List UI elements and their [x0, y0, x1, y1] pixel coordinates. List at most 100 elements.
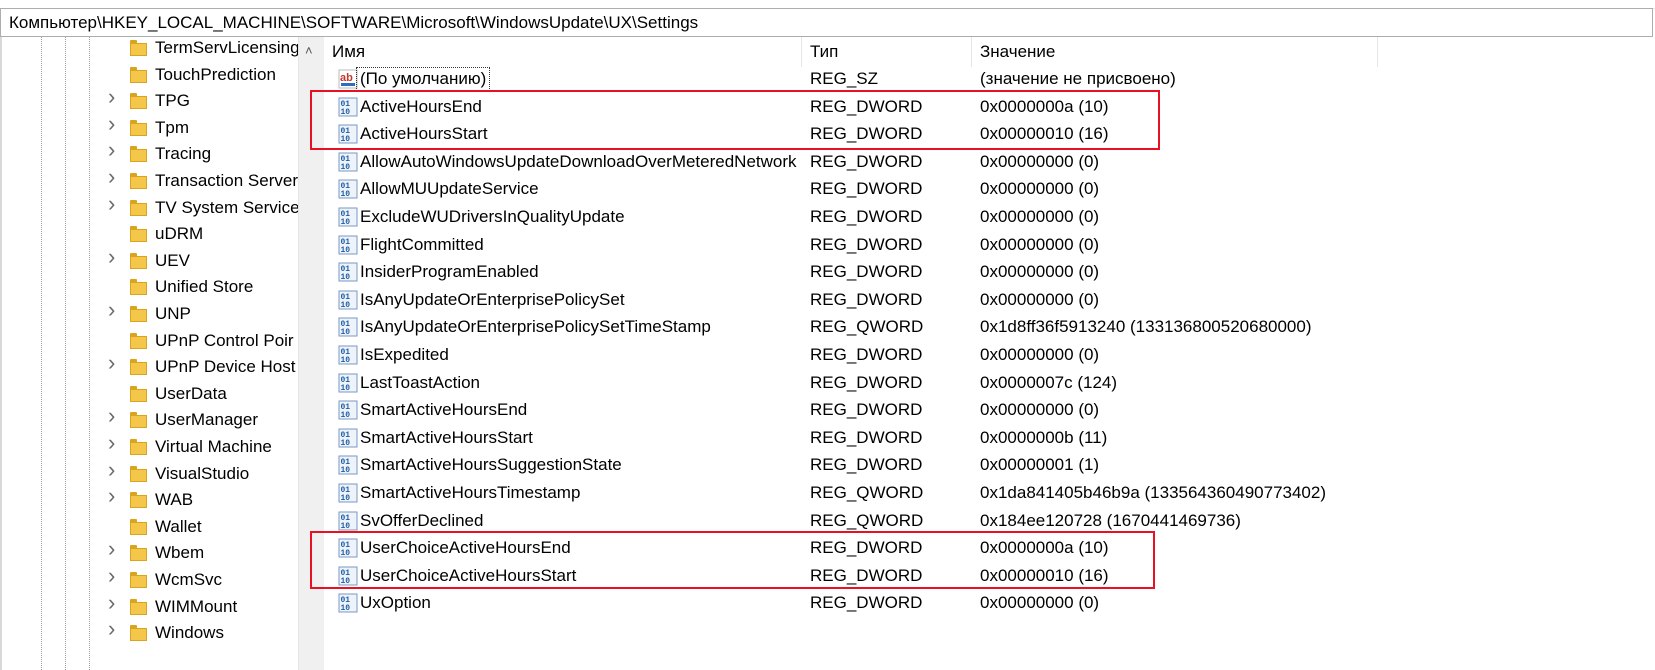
value-row[interactable]: 01 10 IsExpedited REG_DWORD 0x00000000 (0) — [324, 342, 1655, 370]
value-row[interactable]: 01 10 FlightCommitted REG_DWORD 0x00000000 (… — [324, 232, 1655, 260]
tree-item[interactable]: › WIMMount — [2, 591, 298, 622]
chevron-right-icon[interactable]: › — [108, 139, 122, 161]
chevron-right-icon[interactable]: › — [108, 352, 122, 374]
value-row[interactable]: 01 10 SvOfferDeclined REG_QWORD 0x184ee12072… — [324, 508, 1655, 536]
svg-text:10: 10 — [341, 108, 351, 117]
value-name: SmartActiveHoursEnd — [360, 400, 528, 420]
chevron-right-icon[interactable]: › — [108, 565, 122, 587]
column-header-value[interactable]: Значение — [972, 37, 1378, 67]
tree-item[interactable]: › WAB — [2, 485, 298, 515]
tree-item[interactable]: UPnP Control Poir — [2, 328, 298, 356]
tree-item[interactable]: Wallet — [2, 514, 298, 542]
value-row[interactable]: 01 10 IsAnyUpdateOrEnterprisePolicySetTime… — [324, 314, 1655, 342]
tree-item[interactable]: › WcmSvc — [2, 565, 298, 595]
tree-scrollbar[interactable]: ˄ — [298, 37, 324, 670]
values-list[interactable]: Имя Тип Значение ab (По умолчанию) REG_SZ (… — [324, 37, 1655, 670]
tree-item-label: UserData — [155, 383, 227, 403]
svg-text:10: 10 — [341, 384, 351, 393]
value-name: UserChoiceActiveHoursEnd — [360, 538, 571, 558]
tree-item[interactable]: › TPG — [2, 86, 298, 116]
value-row[interactable]: 01 10 ActiveHoursStart REG_DWORD 0x00000010 … — [324, 121, 1655, 149]
svg-text:10: 10 — [341, 246, 351, 255]
value-row[interactable]: 01 10 AllowMUUpdateService REG_DWORD 0x00000… — [324, 176, 1655, 204]
value-row[interactable]: 01 10 UxOption REG_DWORD 0x00000000 (0) — [324, 590, 1655, 618]
value-row[interactable]: 01 10 UserChoiceActiveHoursStart REG_DWORD 0… — [324, 563, 1655, 591]
tree-item-label: UserManager — [155, 410, 258, 430]
column-header-name[interactable]: Имя — [324, 37, 802, 67]
value-data: 0x00000000 (0) — [980, 179, 1100, 199]
column-header-type[interactable]: Тип — [802, 37, 972, 67]
value-row[interactable]: 01 10 AllowAutoWindowsUpdateDownloadOverMe… — [324, 149, 1655, 177]
tree-item[interactable]: › TV System Service — [2, 192, 300, 223]
value-row[interactable]: 01 10 LastToastAction REG_DWORD 0x0000007c (… — [324, 370, 1655, 398]
registry-tree[interactable]: TermServLicensing TouchPrediction › TPG › Tpm… — [0, 37, 324, 670]
tree-item[interactable]: TouchPrediction — [2, 62, 298, 90]
tree-item[interactable]: uDRM — [2, 221, 298, 249]
chevron-right-icon[interactable]: › — [108, 86, 122, 108]
tree-item[interactable]: › Tpm — [2, 112, 298, 143]
scroll-up-icon[interactable]: ˄ — [305, 43, 313, 58]
folder-icon — [130, 492, 147, 509]
chevron-right-icon[interactable]: › — [108, 112, 122, 134]
value-row[interactable]: 01 10 SmartActiveHoursTimestamp REG_QWORD 0x… — [324, 480, 1655, 508]
value-name: SmartActiveHoursSuggestionState — [360, 455, 622, 475]
chevron-right-icon[interactable]: › — [108, 299, 122, 321]
svg-text:ab: ab — [340, 72, 353, 84]
tree-item[interactable]: › Tracing — [2, 139, 298, 169]
chevron-right-icon[interactable]: › — [108, 405, 122, 427]
binary-value-icon: 01 10 — [338, 262, 358, 282]
tree-item[interactable]: › UEV — [2, 245, 298, 276]
value-type: REG_DWORD — [810, 565, 923, 585]
chevron-right-icon[interactable]: › — [108, 591, 122, 613]
value-row[interactable]: 01 10 IsAnyUpdateOrEnterprisePolicySet REG_… — [324, 287, 1655, 315]
folder-icon — [130, 518, 147, 535]
tree-item[interactable]: › UPnP Device Host — [2, 352, 298, 382]
chevron-right-icon[interactable]: › — [108, 618, 122, 640]
string-value-icon: ab — [338, 69, 358, 89]
binary-value-icon: 01 10 — [338, 345, 358, 365]
chevron-right-icon[interactable]: › — [108, 192, 122, 214]
value-row[interactable]: 01 10 ExcludeWUDriversInQualityUpdate REG_D… — [324, 204, 1655, 232]
value-name: LastToastAction — [360, 372, 481, 392]
tree-item[interactable]: TermServLicensing — [2, 37, 300, 63]
tree-item[interactable]: › UNP — [2, 299, 298, 329]
svg-text:10: 10 — [341, 604, 351, 613]
tree-item[interactable]: › UserManager — [2, 405, 298, 435]
tree-item-label: WAB — [155, 490, 194, 510]
value-row[interactable]: 01 10 SmartActiveHoursSuggestionState REG_D… — [324, 452, 1655, 480]
value-name: IsAnyUpdateOrEnterprisePolicySetTimeStam… — [360, 317, 711, 337]
chevron-right-icon[interactable]: › — [108, 245, 122, 267]
svg-text:10: 10 — [341, 356, 351, 365]
chevron-right-icon[interactable]: › — [108, 166, 122, 188]
svg-text:10: 10 — [341, 577, 351, 586]
binary-value-icon: 01 10 — [338, 483, 358, 503]
scrollbar-thumb[interactable] — [305, 67, 319, 670]
chevron-right-icon[interactable]: › — [108, 432, 122, 454]
value-row[interactable]: 01 10 SmartActiveHoursEnd REG_DWORD 0x000000… — [324, 397, 1655, 425]
value-type: REG_DWORD — [810, 96, 923, 116]
tree-item[interactable]: Unified Store — [2, 274, 298, 302]
value-row[interactable]: ab (По умолчанию) REG_SZ (значение не присв… — [324, 66, 1655, 94]
value-name: InsiderProgramEnabled — [360, 262, 539, 282]
value-row[interactable]: 01 10 InsiderProgramEnabled REG_DWORD 0x0000… — [324, 259, 1655, 287]
value-data: 0x00000000 (0) — [980, 400, 1100, 420]
chevron-right-icon[interactable]: › — [108, 485, 122, 507]
svg-text:10: 10 — [341, 549, 351, 558]
tree-item[interactable]: UserData — [2, 381, 298, 409]
tree-item[interactable]: › Virtual Machine — [2, 432, 298, 462]
tree-item[interactable]: › Wbem — [2, 538, 298, 568]
tree-item[interactable]: › Windows — [2, 618, 298, 648]
tree-item[interactable]: › VisualStudio — [2, 458, 298, 489]
tree-item-label: uDRM — [155, 224, 204, 244]
tree-item-label: Wbem — [155, 543, 205, 563]
address-bar[interactable]: Компьютер\HKEY_LOCAL_MACHINE\SOFTWARE\Mi… — [0, 8, 1653, 37]
value-data: 0x00000000 (0) — [980, 207, 1100, 226]
folder-icon — [130, 465, 147, 482]
folder-icon — [130, 252, 147, 269]
tree-item[interactable]: › Transaction Server — [2, 166, 298, 196]
value-row[interactable]: 01 10 UserChoiceActiveHoursEnd REG_DWORD 0x0… — [324, 535, 1655, 563]
value-row[interactable]: 01 10 ActiveHoursEnd REG_DWORD 0x0000000a (1… — [324, 94, 1655, 122]
chevron-right-icon[interactable]: › — [108, 458, 122, 480]
value-row[interactable]: 01 10 SmartActiveHoursStart REG_DWORD 0x0000… — [324, 425, 1655, 453]
chevron-right-icon[interactable]: › — [108, 538, 122, 560]
